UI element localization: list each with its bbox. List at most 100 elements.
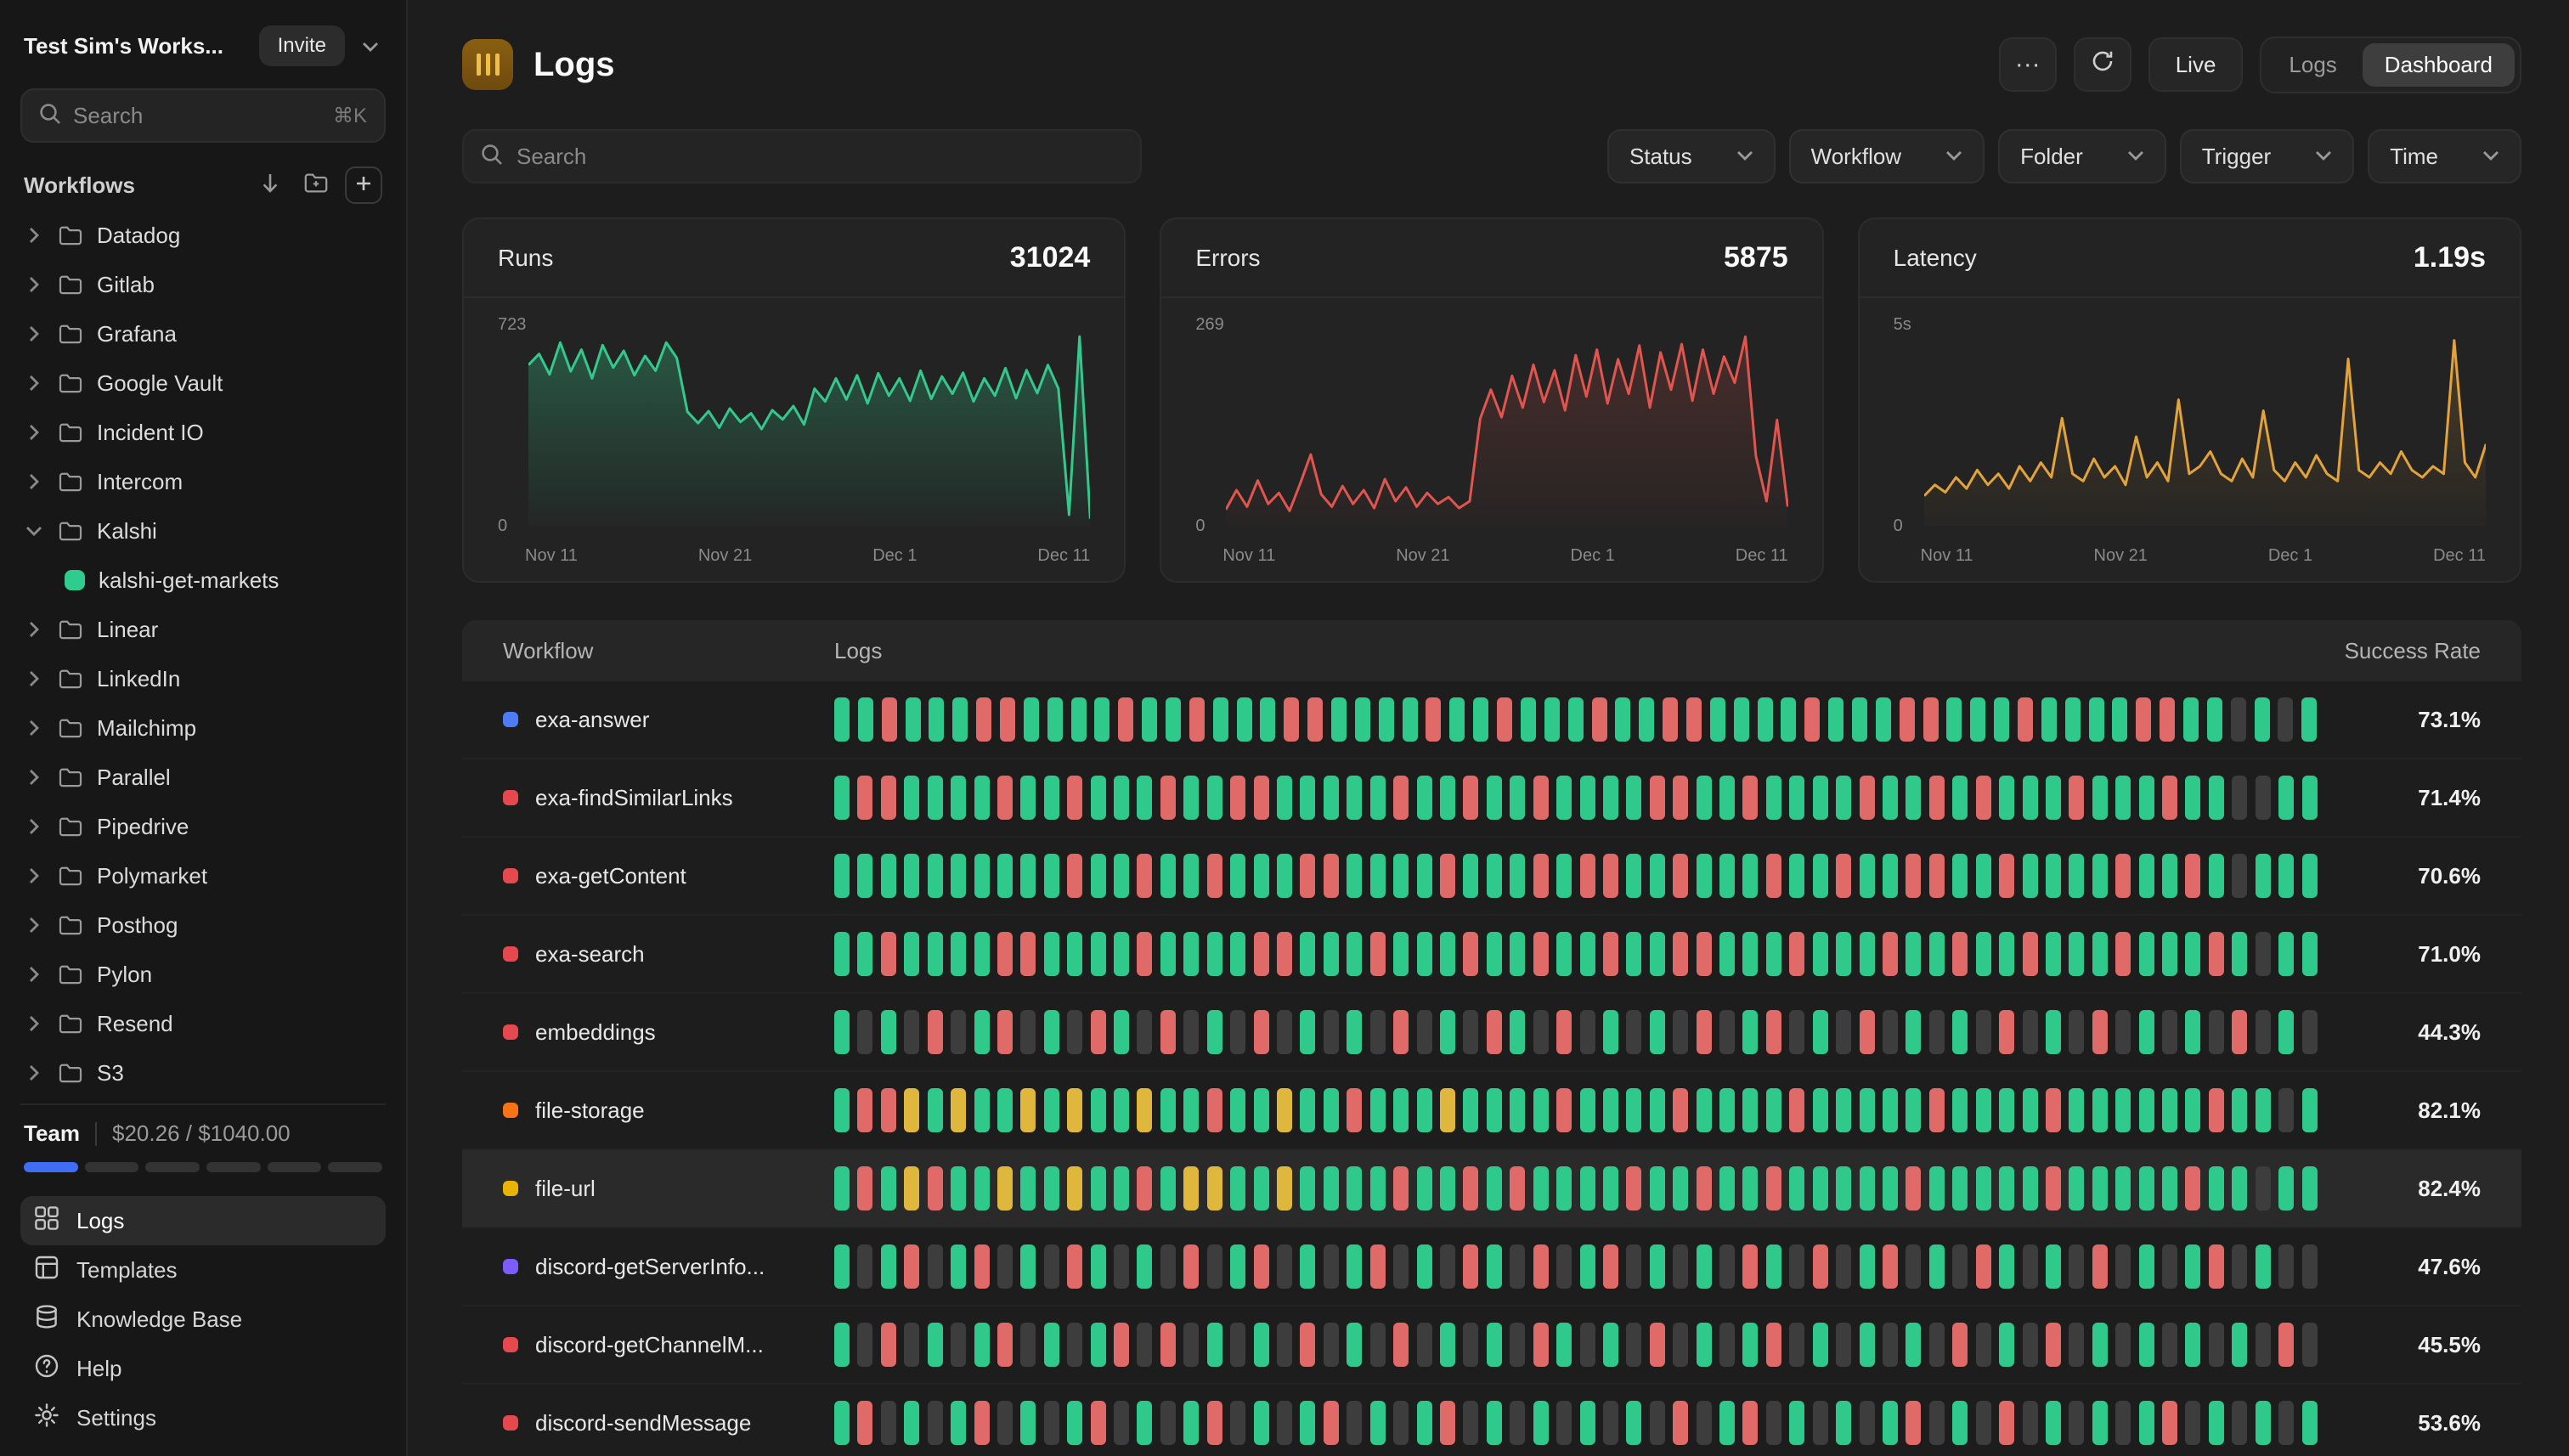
log-bar[interactable] bbox=[1813, 1088, 1828, 1132]
log-bar[interactable] bbox=[1277, 1088, 1292, 1132]
log-bar[interactable] bbox=[1347, 1323, 1362, 1367]
log-bar[interactable] bbox=[1137, 854, 1152, 898]
log-bar[interactable] bbox=[1254, 1401, 1269, 1445]
folder-item-pylon[interactable]: Pylon bbox=[20, 950, 386, 999]
log-bar[interactable] bbox=[2209, 1401, 2224, 1445]
log-bar[interactable] bbox=[1277, 1401, 1292, 1445]
log-bar[interactable] bbox=[1836, 1166, 1851, 1211]
log-bar[interactable] bbox=[1426, 697, 1441, 742]
log-bar[interactable] bbox=[1440, 1401, 1455, 1445]
log-bar[interactable] bbox=[1836, 1088, 1851, 1132]
log-bar[interactable] bbox=[1999, 1088, 2014, 1132]
log-bar[interactable] bbox=[2139, 932, 2154, 976]
log-bar[interactable] bbox=[951, 854, 966, 898]
log-bar[interactable] bbox=[2183, 697, 2199, 742]
log-bar[interactable] bbox=[2046, 1323, 2061, 1367]
log-bar[interactable] bbox=[1091, 1323, 1106, 1367]
table-row-exa-answer[interactable]: exa-answer73.1% bbox=[462, 681, 2521, 759]
log-bar[interactable] bbox=[1556, 1166, 1572, 1211]
log-bar[interactable] bbox=[1230, 1401, 1245, 1445]
log-bar[interactable] bbox=[1697, 776, 1712, 820]
log-bar[interactable] bbox=[1091, 776, 1106, 820]
log-bar[interactable] bbox=[1860, 1244, 1875, 1289]
log-bar[interactable] bbox=[1789, 1401, 1804, 1445]
log-bar[interactable] bbox=[1091, 1401, 1106, 1445]
log-bar[interactable] bbox=[1370, 854, 1386, 898]
log-bar[interactable] bbox=[1324, 1010, 1339, 1054]
log-bar[interactable] bbox=[1307, 697, 1323, 742]
chart-plot[interactable] bbox=[528, 329, 1090, 526]
log-bar[interactable] bbox=[1347, 1088, 1362, 1132]
log-bar[interactable] bbox=[1639, 697, 1654, 742]
log-bar[interactable] bbox=[857, 1244, 872, 1289]
log-bar[interactable] bbox=[2092, 854, 2108, 898]
log-bar[interactable] bbox=[1789, 932, 1804, 976]
log-bar[interactable] bbox=[1976, 1088, 1991, 1132]
refresh-button[interactable] bbox=[2074, 37, 2131, 92]
log-bar[interactable] bbox=[1067, 932, 1082, 976]
log-bar[interactable] bbox=[1673, 776, 1688, 820]
log-bar[interactable] bbox=[1976, 1166, 1991, 1211]
log-bar[interactable] bbox=[1766, 1010, 1781, 1054]
log-bar[interactable] bbox=[1020, 854, 1036, 898]
log-bar[interactable] bbox=[2041, 697, 2057, 742]
log-bar[interactable] bbox=[1417, 932, 1432, 976]
log-bar[interactable] bbox=[1370, 1323, 1386, 1367]
sidebar-search[interactable]: ⌘K bbox=[20, 88, 386, 143]
log-bar[interactable] bbox=[2069, 854, 2084, 898]
log-bar[interactable] bbox=[2162, 1088, 2177, 1132]
log-bar[interactable] bbox=[2112, 697, 2127, 742]
log-bar[interactable] bbox=[2065, 697, 2081, 742]
log-bar[interactable] bbox=[1734, 697, 1749, 742]
log-bar[interactable] bbox=[834, 1166, 850, 1211]
log-bar[interactable] bbox=[1370, 776, 1386, 820]
log-bar[interactable] bbox=[1556, 1401, 1572, 1445]
log-bar[interactable] bbox=[1533, 1401, 1549, 1445]
log-bar[interactable] bbox=[2069, 1244, 2084, 1289]
log-bar[interactable] bbox=[1510, 776, 1525, 820]
chevron-right-icon[interactable] bbox=[27, 1064, 44, 1081]
log-bar[interactable] bbox=[1766, 776, 1781, 820]
log-bar[interactable] bbox=[1020, 1244, 1036, 1289]
log-bar[interactable] bbox=[2256, 1244, 2271, 1289]
log-bar[interactable] bbox=[1533, 1323, 1549, 1367]
log-bar[interactable] bbox=[2046, 854, 2061, 898]
log-bar[interactable] bbox=[1463, 1323, 1478, 1367]
log-bar[interactable] bbox=[2023, 1166, 2038, 1211]
log-bar[interactable] bbox=[834, 776, 850, 820]
log-bar[interactable] bbox=[1521, 697, 1536, 742]
log-bar[interactable] bbox=[1533, 1088, 1549, 1132]
log-bar[interactable] bbox=[1020, 776, 1036, 820]
log-bar[interactable] bbox=[997, 1088, 1013, 1132]
log-bar[interactable] bbox=[1742, 854, 1758, 898]
log-bar[interactable] bbox=[1719, 854, 1735, 898]
log-bar[interactable] bbox=[1324, 1401, 1339, 1445]
log-bar[interactable] bbox=[974, 1401, 990, 1445]
log-bar[interactable] bbox=[1207, 932, 1222, 976]
log-bar[interactable] bbox=[2207, 697, 2222, 742]
log-bar[interactable] bbox=[1789, 1244, 1804, 1289]
log-bar[interactable] bbox=[1836, 1323, 1851, 1367]
chevron-right-icon[interactable] bbox=[27, 966, 44, 983]
log-bar[interactable] bbox=[1742, 932, 1758, 976]
log-bar[interactable] bbox=[1300, 854, 1315, 898]
log-bar[interactable] bbox=[1207, 1010, 1222, 1054]
log-bar[interactable] bbox=[2023, 932, 2038, 976]
log-bar[interactable] bbox=[1277, 776, 1292, 820]
log-bar[interactable] bbox=[1277, 932, 1292, 976]
log-bar[interactable] bbox=[1906, 854, 1921, 898]
log-bar[interactable] bbox=[2115, 1010, 2131, 1054]
log-bar[interactable] bbox=[2139, 1401, 2154, 1445]
log-bar[interactable] bbox=[974, 1166, 990, 1211]
log-bar[interactable] bbox=[2232, 776, 2247, 820]
folder-item-gitlab[interactable]: Gitlab bbox=[20, 260, 386, 309]
log-bar[interactable] bbox=[1556, 932, 1572, 976]
log-bar[interactable] bbox=[1137, 1166, 1152, 1211]
log-bar[interactable] bbox=[2278, 1244, 2294, 1289]
log-bar[interactable] bbox=[1533, 1244, 1549, 1289]
log-bar[interactable] bbox=[1160, 1323, 1176, 1367]
log-bar[interactable] bbox=[1697, 1166, 1712, 1211]
log-bar[interactable] bbox=[1463, 1401, 1478, 1445]
log-bar[interactable] bbox=[1976, 1401, 1991, 1445]
log-bar[interactable] bbox=[1952, 776, 1968, 820]
